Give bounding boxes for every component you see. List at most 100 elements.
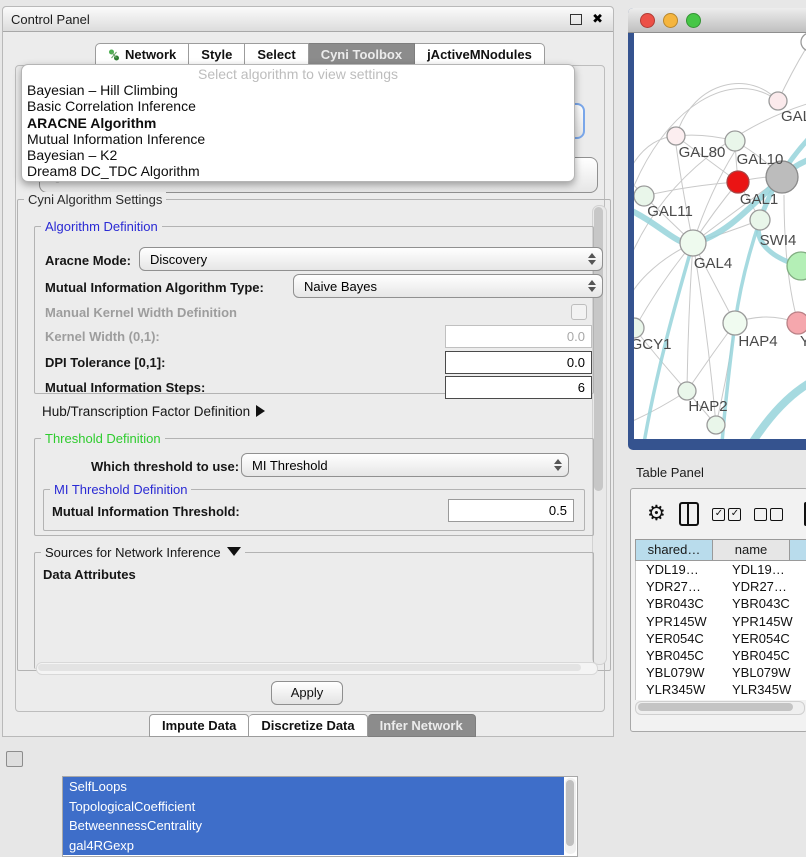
algorithm-definition-title: Algorithm Definition xyxy=(41,219,162,234)
algorithm-option-dream8-dc-tdc-algorithm[interactable]: Dream8 DC_TDC Algorithm xyxy=(22,163,574,179)
close-traffic-light-icon[interactable] xyxy=(640,13,655,28)
network-node[interactable] xyxy=(801,33,806,51)
attribute-item-selfloops[interactable]: SelfLoops xyxy=(63,777,564,797)
cyni-algorithm-settings-group: Cyni Algorithm Settings Algorithm Defini… xyxy=(17,199,611,671)
table-row[interactable]: YBR045CYBR045C9. xyxy=(636,647,806,664)
network-node[interactable] xyxy=(680,230,706,256)
network-node[interactable] xyxy=(723,311,747,335)
manual-kernel-checkbox[interactable] xyxy=(571,304,587,320)
dropdown-placeholder: Select algorithm to view settings xyxy=(22,66,574,82)
table-row[interactable]: YBL079WYBL079W xyxy=(636,664,806,681)
table-cell: YDL19… xyxy=(636,561,722,578)
network-node[interactable] xyxy=(707,416,725,434)
tab-discretize-data[interactable]: Discretize Data xyxy=(249,714,367,737)
network-node[interactable] xyxy=(727,171,749,193)
network-node[interactable] xyxy=(787,312,806,334)
hub-definition-toggle[interactable]: Hub/Transcription Factor Definition xyxy=(42,404,265,419)
table-row[interactable]: YER054CYER054C8. xyxy=(636,630,806,647)
network-node[interactable] xyxy=(725,131,745,151)
algorithm-option-bayesian-hill-climbing[interactable]: Bayesian – Hill Climbing xyxy=(22,82,574,98)
network-edge-highlighted[interactable] xyxy=(752,375,806,439)
stepper-icon xyxy=(588,280,596,292)
float-window-icon[interactable] xyxy=(570,14,582,25)
table-cell: YDL19… xyxy=(722,561,806,578)
table-row[interactable]: YIL052CYIL052C9 xyxy=(636,699,806,701)
split-columns-icon[interactable] xyxy=(679,502,700,526)
algorithm-option-basic-correlation-inference[interactable]: Basic Correlation Inference xyxy=(22,98,574,114)
table-row[interactable]: YDL19…YDL19…13 xyxy=(636,561,806,578)
node-label-gcy1: GCY1 xyxy=(634,336,671,353)
attribute-item-betweennesscentrality[interactable]: BetweennessCentrality xyxy=(63,816,564,836)
tab-select[interactable]: Select xyxy=(245,43,308,66)
collapsed-arrow-icon xyxy=(256,405,265,417)
apply-button[interactable]: Apply xyxy=(271,681,343,705)
table-cell: YBR043C xyxy=(722,595,806,612)
zoom-traffic-light-icon[interactable] xyxy=(686,13,701,28)
attribute-item-topologicalcoefficient[interactable]: TopologicalCoefficient xyxy=(63,797,564,817)
mi-threshold-label: Mutual Information Threshold: xyxy=(52,504,240,519)
table-horizontal-thumb[interactable] xyxy=(638,703,793,711)
table-row[interactable]: YPR145WYPR145W9. xyxy=(636,613,806,630)
algorithm-option-aracne-algorithm[interactable]: ARACNE Algorithm xyxy=(22,115,574,131)
mi-type-label: Mutual Information Algorithm Type: xyxy=(45,280,264,295)
column-header-shared[interactable]: shared… xyxy=(635,539,713,561)
algorithm-option-bayesian-k2[interactable]: Bayesian – K2 xyxy=(22,147,574,163)
aracne-mode-combobox[interactable]: Discovery xyxy=(139,247,603,271)
network-canvas[interactable]: GAL7GAL80GAL10GAL11GAL1SWI4GAL4GCY1HAP4Y… xyxy=(634,33,806,439)
algorithm-option-mutual-information-inference[interactable]: Mutual Information Inference xyxy=(22,131,574,147)
table-row[interactable]: YLR345WYLR345W9. xyxy=(636,681,806,698)
mi-steps-field[interactable]: 6 xyxy=(445,376,592,399)
minimized-panel-icon[interactable] xyxy=(6,751,23,767)
table-row[interactable]: YDR27…YDR27…12 xyxy=(636,578,806,595)
mi-type-combobox[interactable]: Naive Bayes xyxy=(293,274,603,298)
table-cell: YLR345W xyxy=(722,681,806,698)
close-icon[interactable]: ✖ xyxy=(592,11,603,27)
data-attributes-list[interactable]: SelfLoopsTopologicalCoefficientBetweenne… xyxy=(62,776,578,857)
network-node[interactable] xyxy=(787,252,806,280)
minimize-traffic-light-icon[interactable] xyxy=(663,13,678,28)
table-cell: YER054C xyxy=(636,630,722,647)
tab-style[interactable]: Style xyxy=(189,43,245,66)
table-toolbar: ⚙ ✓✓ xyxy=(631,489,806,539)
dpi-tolerance-field[interactable]: 0.0 xyxy=(445,351,592,374)
table-row[interactable]: YBR043CYBR043C xyxy=(636,595,806,612)
attribute-item-gal4rgexp[interactable]: gal4RGexp xyxy=(63,836,564,856)
tab-jactivemnodules[interactable]: jActiveMNodules xyxy=(415,43,545,66)
network-node[interactable] xyxy=(750,210,770,230)
network-edge[interactable] xyxy=(636,243,693,326)
mi-type-value: Naive Bayes xyxy=(304,279,377,294)
unselect-all-columns-icon[interactable] xyxy=(754,508,783,521)
table-cell: YIL052C xyxy=(636,699,722,701)
tab-infer-network[interactable]: Infer Network xyxy=(368,714,476,737)
sources-title[interactable]: Sources for Network Inference xyxy=(41,545,245,560)
tab-cyni-toolbox[interactable]: Cyni Toolbox xyxy=(309,43,415,66)
column-header-2[interactable] xyxy=(790,539,806,561)
kernel-width-field[interactable]: 0.0 xyxy=(445,325,592,348)
column-header-name[interactable]: name xyxy=(713,539,790,561)
node-label-hap4: HAP4 xyxy=(738,333,777,350)
table-cell: YBR045C xyxy=(636,647,722,664)
gear-icon[interactable]: ⚙ xyxy=(647,504,666,524)
table-horizontal-scrollbar[interactable] xyxy=(635,701,805,715)
mi-threshold-field[interactable]: 0.5 xyxy=(448,499,574,522)
which-threshold-combobox[interactable]: MI Threshold xyxy=(241,453,569,477)
threshold-definition-title: Threshold Definition xyxy=(41,431,165,446)
tab-label: Style xyxy=(201,44,232,65)
table-body: YDL19…YDL19…13YDR27…YDR27…12YBR043CYBR04… xyxy=(635,561,806,700)
tab-impute-data[interactable]: Impute Data xyxy=(149,714,249,737)
network-edge[interactable] xyxy=(644,182,738,196)
tab-label: Infer Network xyxy=(380,715,463,736)
attributes-scrollbar[interactable] xyxy=(565,778,576,854)
select-all-columns-icon[interactable]: ✓✓ xyxy=(712,508,741,521)
tab-network[interactable]: Network xyxy=(95,43,189,66)
network-edge[interactable] xyxy=(676,84,778,136)
table-panel-title: Table Panel xyxy=(636,465,704,480)
node-label-gal7: GAL7 xyxy=(781,108,806,125)
settings-horizontal-thumb[interactable] xyxy=(38,664,581,671)
attributes-scrollbar-thumb[interactable] xyxy=(566,780,574,846)
network-node[interactable] xyxy=(634,318,644,338)
network-node[interactable] xyxy=(667,127,685,145)
network-edge[interactable] xyxy=(778,42,806,101)
tab-label: Impute Data xyxy=(162,715,236,736)
settings-horizontal-scrollbar[interactable] xyxy=(36,662,598,675)
